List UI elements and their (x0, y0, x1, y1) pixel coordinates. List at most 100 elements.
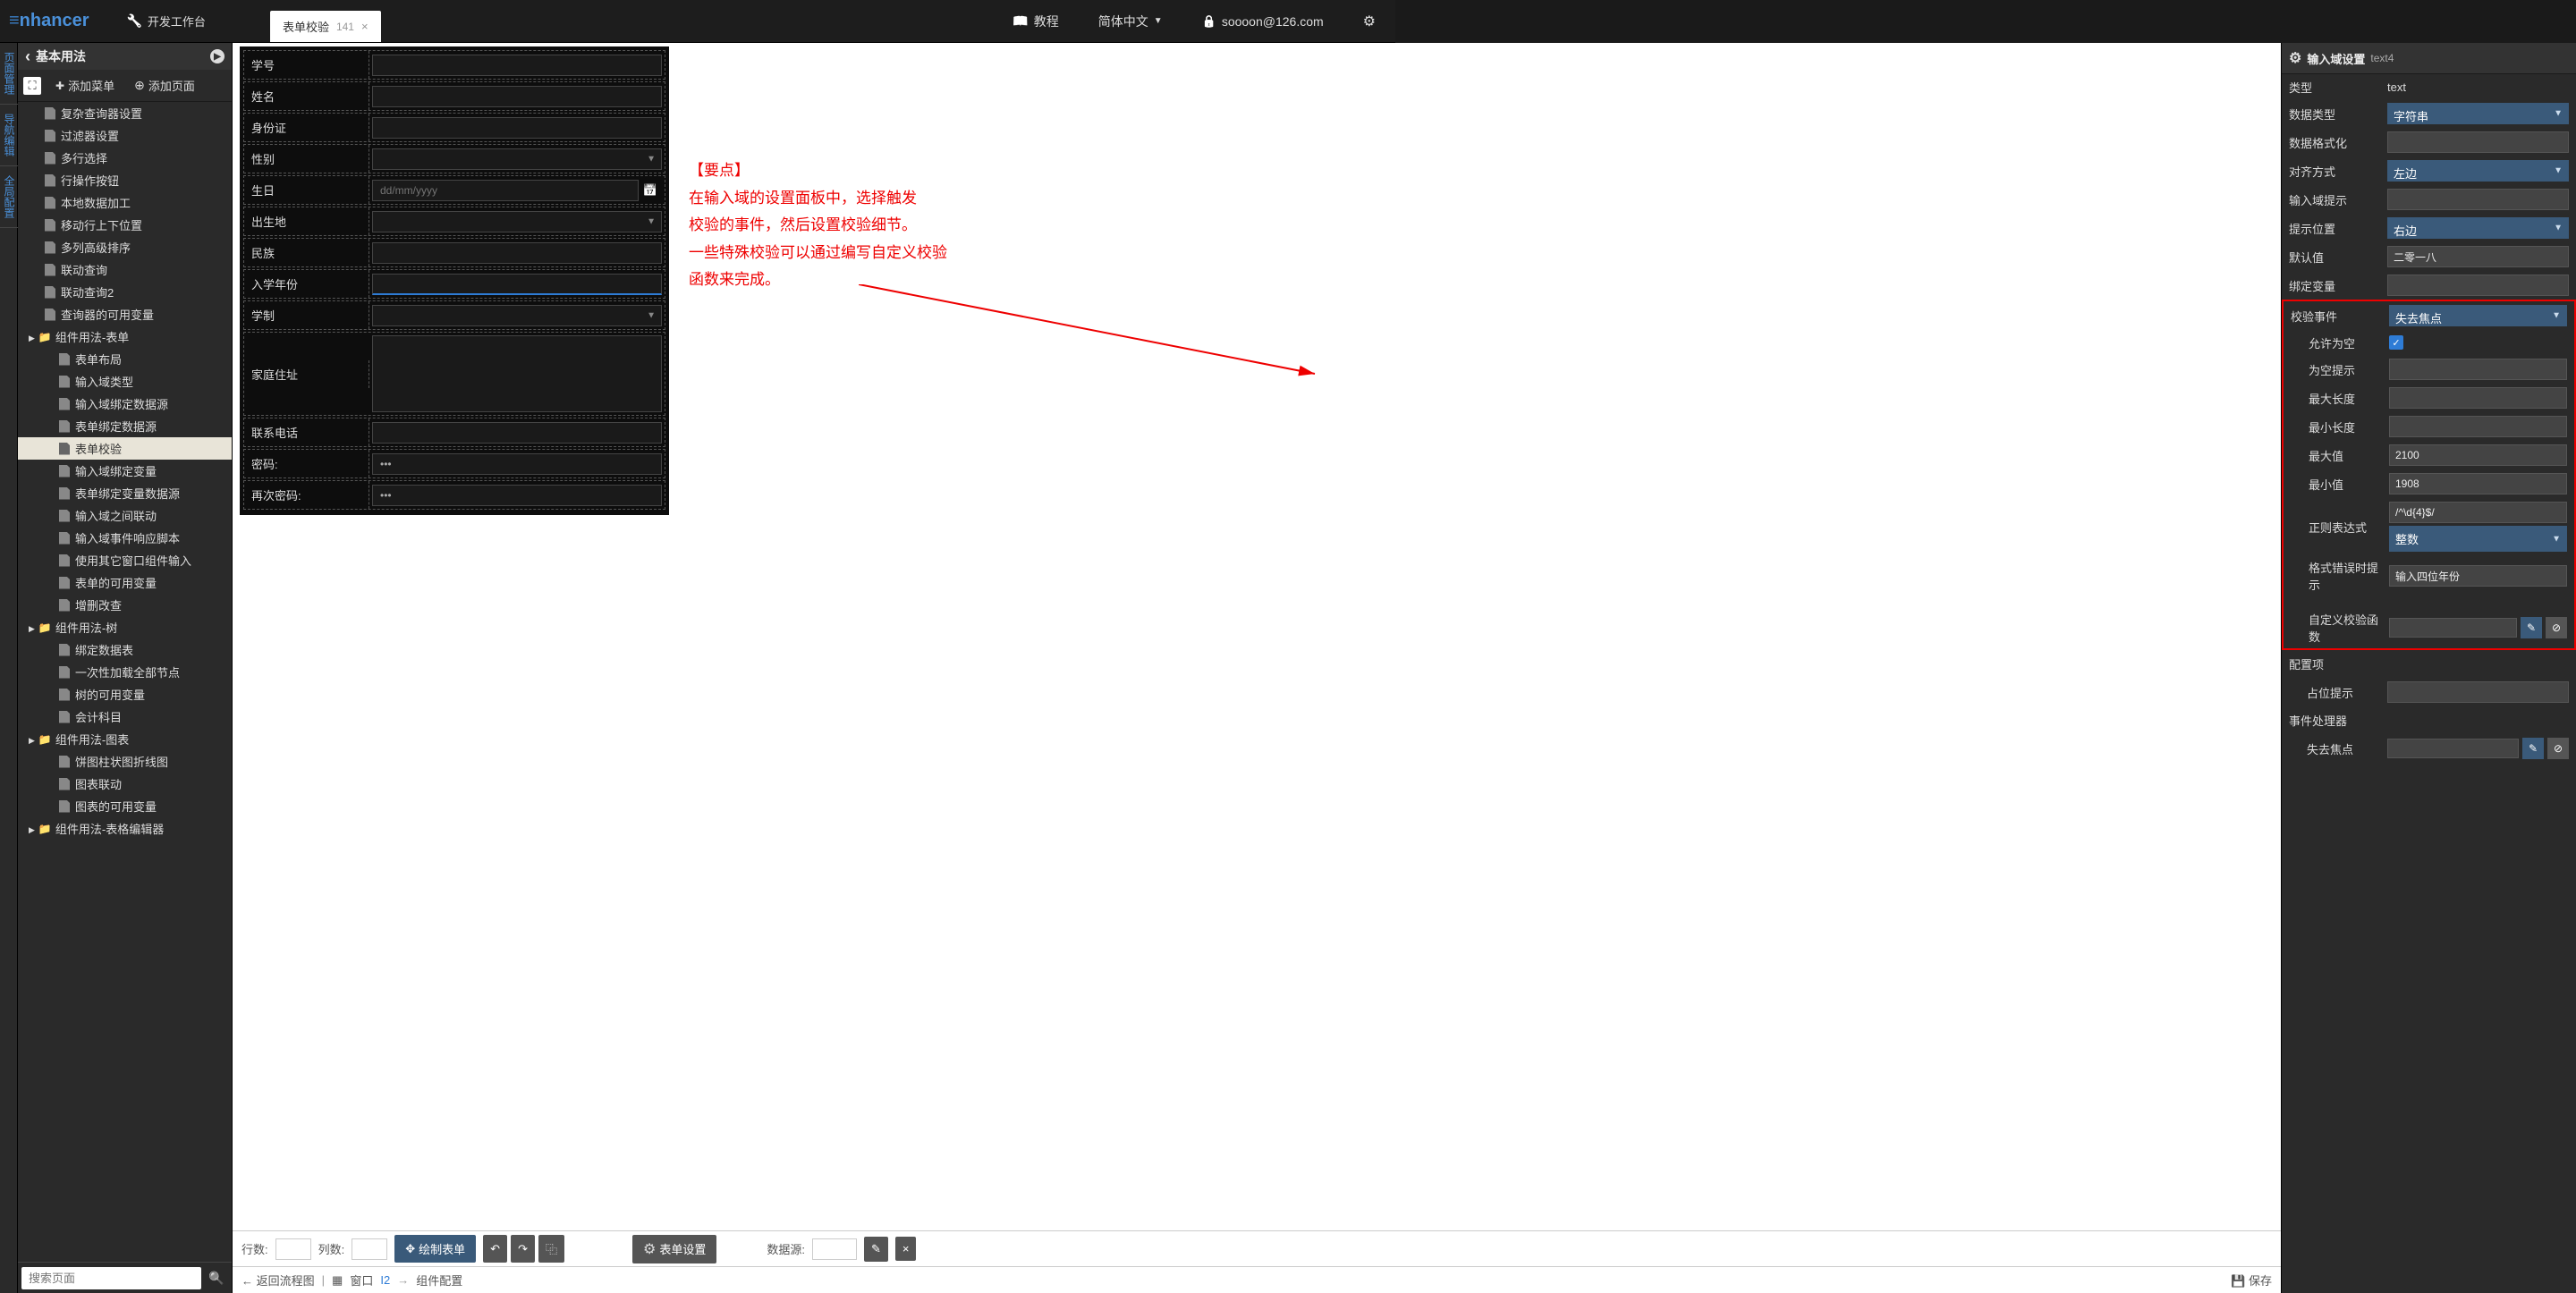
form-row[interactable]: 姓名 (243, 81, 665, 111)
tree-item[interactable]: 输入域之间联动 (18, 504, 232, 527)
form-row[interactable]: 入学年份 (243, 269, 665, 299)
data-source-clear[interactable]: × (895, 1237, 917, 1261)
form-row[interactable]: 出生地▼ (243, 207, 665, 236)
input-placeholder[interactable] (2387, 681, 2569, 703)
tree-item[interactable]: 增删改查 (18, 594, 232, 616)
form-row[interactable]: 联系电话 (243, 418, 665, 447)
crumb-window[interactable]: 窗口 (350, 1272, 373, 1289)
tab-active[interactable]: 表单校验 141 × (270, 11, 381, 42)
vtab-nav-edit[interactable]: 导航编辑 (0, 105, 19, 166)
input-default[interactable] (2387, 246, 2569, 267)
vtab-page-manage[interactable]: 页面管理 (0, 43, 19, 105)
select-align[interactable]: 左边▼ (2387, 160, 2569, 182)
tree-item[interactable]: 表单绑定数据源 (18, 415, 232, 437)
data-source-edit[interactable] (864, 1237, 888, 1262)
tree-item[interactable]: 使用其它窗口组件输入 (18, 549, 232, 571)
input-hint[interactable] (2387, 189, 2569, 210)
tree-item[interactable]: 输入域绑定数据源 (18, 393, 232, 415)
checkbox-allow-empty[interactable]: ✓ (2389, 335, 2403, 350)
tree-item[interactable]: 输入域事件响应脚本 (18, 527, 232, 549)
input-minlen[interactable] (2389, 416, 2567, 437)
search-button[interactable] (205, 1266, 228, 1289)
expand-tool[interactable] (23, 77, 41, 95)
vtab-global-config[interactable]: 全局配置 (0, 166, 19, 228)
tree-item[interactable]: 复杂查询器设置 (18, 102, 232, 124)
tree-item[interactable]: 会计科目 (18, 706, 232, 728)
tree-item[interactable]: 饼图柱状图折线图 (18, 750, 232, 773)
tree-item[interactable]: 图表的可用变量 (18, 795, 232, 817)
undo-button[interactable] (483, 1235, 507, 1263)
draw-form-button[interactable]: 绘制表单 (394, 1235, 476, 1263)
tree-item[interactable]: 本地数据加工 (18, 191, 232, 214)
edit-custom-button[interactable] (2521, 617, 2542, 638)
input-regex[interactable] (2389, 502, 2567, 523)
input-maxlen[interactable] (2389, 387, 2567, 409)
copy-button[interactable] (538, 1235, 564, 1263)
form-row[interactable]: 生日 (243, 175, 665, 205)
form-row[interactable]: 学制▼ (243, 300, 665, 330)
textarea-custom[interactable] (2389, 618, 2517, 638)
select-hintpos[interactable]: 右边▼ (2387, 217, 2569, 239)
settings-button[interactable] (1352, 13, 1386, 30)
form-row[interactable]: 学号 (243, 50, 665, 80)
back-link[interactable]: 返回流程图 (242, 1272, 315, 1289)
tree-item[interactable]: 绑定数据表 (18, 638, 232, 661)
tree-item[interactable]: 多列高级排序 (18, 236, 232, 258)
canvas[interactable]: 学号姓名身份证性别▼生日出生地▼民族入学年份学制▼家庭住址联系电话密码:再次密码… (233, 43, 2281, 1230)
tree-item[interactable]: 过滤器设置 (18, 124, 232, 147)
input-min[interactable] (2389, 473, 2567, 494)
input-empty-hint[interactable] (2389, 359, 2567, 380)
add-menu-button[interactable]: 添加菜单 (50, 73, 120, 97)
field-text[interactable] (372, 242, 662, 264)
field-password[interactable] (372, 485, 662, 506)
form-row[interactable]: 身份证 (243, 113, 665, 142)
form-row[interactable]: 密码: (243, 449, 665, 478)
form-settings-button[interactable]: 表单设置 (632, 1235, 716, 1263)
tree-item[interactable]: 输入域绑定变量 (18, 460, 232, 482)
field-date[interactable] (372, 180, 639, 201)
data-source-input[interactable] (812, 1238, 857, 1260)
field-text[interactable] (372, 274, 662, 295)
clear-blur-button[interactable] (2547, 738, 2569, 759)
field-select[interactable]: ▼ (372, 211, 662, 232)
field-text[interactable] (372, 422, 662, 444)
rows-input[interactable] (275, 1238, 311, 1260)
input-bindvar[interactable] (2387, 275, 2569, 296)
field-select[interactable]: ▼ (372, 305, 662, 326)
tree-item[interactable]: 图表联动 (18, 773, 232, 795)
play-icon[interactable]: ▶ (210, 49, 225, 63)
clear-custom-button[interactable] (2546, 617, 2567, 638)
tree-item[interactable]: 表单的可用变量 (18, 571, 232, 594)
tree-group[interactable]: 组件用法-表单 (18, 325, 232, 348)
field-password[interactable] (372, 453, 662, 475)
field-text[interactable] (372, 86, 662, 107)
form-row[interactable]: 家庭住址 (243, 332, 665, 416)
tree-item[interactable]: 多行选择 (18, 147, 232, 169)
tree-item[interactable]: 表单校验 (18, 437, 232, 460)
edit-blur-button[interactable] (2522, 738, 2544, 759)
search-input[interactable] (21, 1267, 201, 1289)
add-page-button[interactable]: 添加页面 (129, 73, 200, 97)
tree-item[interactable]: 联动查询2 (18, 281, 232, 303)
cols-input[interactable] (352, 1238, 387, 1260)
form-row[interactable]: 再次密码: (243, 480, 665, 510)
tree-item[interactable]: 一次性加载全部节点 (18, 661, 232, 683)
field-text[interactable] (372, 117, 662, 139)
form-row[interactable]: 性别▼ (243, 144, 665, 173)
field-select[interactable]: ▼ (372, 148, 662, 170)
select-event[interactable]: 失去焦点▼ (2389, 305, 2567, 326)
crumb-id[interactable]: I2 (380, 1273, 390, 1287)
tree-item[interactable]: 行操作按钮 (18, 169, 232, 191)
select-regex-type[interactable]: 整数▼ (2389, 526, 2567, 552)
textarea-blur[interactable] (2387, 739, 2519, 758)
calendar-icon[interactable] (639, 183, 662, 198)
field-textarea[interactable] (372, 335, 662, 412)
tree-item[interactable]: 查询器的可用变量 (18, 303, 232, 325)
tutorial-link[interactable]: 教程 (1002, 13, 1069, 30)
tree-item[interactable]: 输入域类型 (18, 370, 232, 393)
logo[interactable]: ≡nhancer (9, 11, 89, 31)
tree-group[interactable]: 组件用法-图表 (18, 728, 232, 750)
tree-item[interactable]: 移动行上下位置 (18, 214, 232, 236)
tree-item[interactable]: 联动查询 (18, 258, 232, 281)
form-row[interactable]: 民族 (243, 238, 665, 267)
